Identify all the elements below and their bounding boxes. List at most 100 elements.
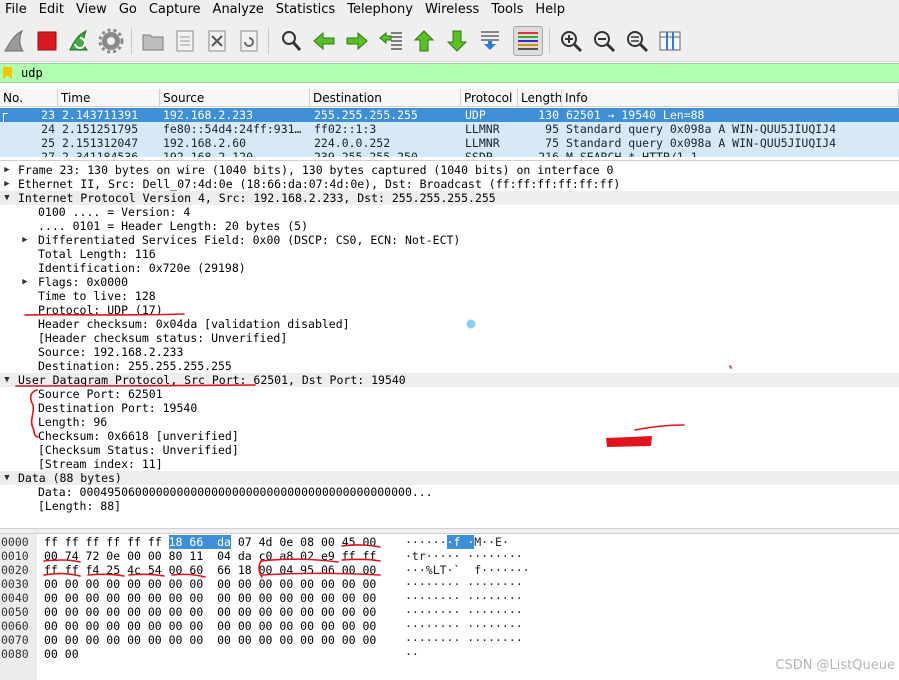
menu-tools[interactable]: Tools bbox=[486, 0, 530, 20]
display-filter-input[interactable] bbox=[21, 65, 881, 81]
detail-tree-header[interactable]: ▼ Data (88 bytes) bbox=[0, 471, 899, 485]
detail-tree-field[interactable]: 0100 .... = Version: 4 bbox=[0, 205, 899, 219]
bytes-hex[interactable]: 00 00 00 00 00 00 00 00 00 00 00 00 00 0… bbox=[44, 619, 376, 633]
column-header-no[interactable]: No. bbox=[0, 89, 58, 107]
column-header-source[interactable]: Source bbox=[160, 89, 310, 107]
detail-tree-field[interactable]: Checksum: 0x6618 [unverified] bbox=[0, 429, 899, 443]
bytes-line[interactable]: 0050 00 00 00 00 00 00 00 00 00 00 00 00 … bbox=[0, 605, 899, 619]
bytes-ascii[interactable]: ········ ········ bbox=[405, 619, 523, 633]
colorize-icon[interactable] bbox=[513, 26, 543, 56]
expand-arrow-down-icon[interactable]: ▼ bbox=[2, 471, 12, 485]
menu-file[interactable]: File bbox=[0, 0, 34, 20]
detail-tree-field[interactable]: Identification: 0x720e (29198) bbox=[0, 261, 899, 275]
menu-capture[interactable]: Capture bbox=[144, 0, 208, 20]
bytes-hex[interactable]: 00 00 bbox=[44, 647, 79, 661]
bytes-ascii[interactable]: ········ ········ bbox=[405, 633, 523, 647]
packet-row[interactable]: 27 2.341184536 192.168.2.120 239.255.255.25… bbox=[0, 150, 899, 157]
bytes-ascii[interactable]: ·· bbox=[405, 647, 419, 661]
bytes-line[interactable]: 0010 00 74 72 0e 00 00 80 11 04 da c0 a8 … bbox=[0, 549, 899, 563]
bytes-line[interactable]: 0080 00 00 ·· bbox=[0, 647, 899, 661]
detail-tree-field[interactable]: [Stream index: 11] bbox=[0, 457, 899, 471]
reload-file-icon[interactable] bbox=[234, 26, 264, 56]
column-header-protocol[interactable]: Protocol bbox=[461, 89, 518, 107]
auto-scroll-icon[interactable] bbox=[475, 26, 505, 56]
detail-tree-field[interactable]: [Length: 88] bbox=[0, 499, 899, 513]
menu-wireless[interactable]: Wireless bbox=[420, 0, 486, 20]
bytes-hex[interactable]: ff ff ff ff ff ff 18 66 da 07 4d 0e 08 0… bbox=[44, 535, 376, 549]
bytes-line[interactable]: 0000 ff ff ff ff ff ff 18 66 da 07 4d 0e … bbox=[0, 535, 899, 549]
expand-arrow-down-icon[interactable]: ▼ bbox=[2, 373, 12, 387]
detail-tree-field[interactable]: Source: 192.168.2.233 bbox=[0, 345, 899, 359]
detail-tree-field[interactable]: Header checksum: 0x04da [validation disa… bbox=[0, 317, 899, 331]
zoom-normal-icon[interactable] bbox=[622, 26, 652, 56]
packet-row[interactable]: 23 2.143711391 192.168.2.233 255.255.255.25… bbox=[0, 108, 899, 122]
detail-tree-field[interactable]: Protocol: UDP (17) bbox=[0, 303, 899, 317]
bytes-hex[interactable]: ff ff f4 25 4c 54 00 60 66 18 00 04 95 0… bbox=[44, 563, 376, 577]
detail-tree-field[interactable]: Total Length: 116 bbox=[0, 247, 899, 261]
bytes-ascii[interactable]: ·tr····· ········ bbox=[405, 549, 523, 563]
expand-arrow-right-icon[interactable]: ▶ bbox=[20, 233, 30, 247]
bytes-hex[interactable]: 00 00 00 00 00 00 00 00 00 00 00 00 00 0… bbox=[44, 591, 376, 605]
expand-arrow-right-icon[interactable]: ▶ bbox=[20, 275, 30, 289]
menu-view[interactable]: View bbox=[71, 0, 114, 20]
capture-options-icon[interactable] bbox=[96, 26, 126, 56]
menu-analyze[interactable]: Analyze bbox=[208, 0, 271, 20]
bytes-hex[interactable]: 00 00 00 00 00 00 00 00 00 00 00 00 00 0… bbox=[44, 633, 376, 647]
detail-tree-field[interactable]: Data: 0004950600000000000000000000000000… bbox=[0, 485, 899, 499]
resize-columns-icon[interactable] bbox=[655, 26, 685, 56]
filter-bookmark-icon[interactable] bbox=[3, 67, 12, 79]
bytes-ascii[interactable]: ········ ········ bbox=[405, 577, 523, 591]
detail-tree-field[interactable]: Source Port: 62501 bbox=[0, 387, 899, 401]
expand-arrow-right-icon[interactable]: ▶ bbox=[2, 177, 12, 191]
find-packet-icon[interactable] bbox=[276, 26, 306, 56]
bytes-hex[interactable]: 00 00 00 00 00 00 00 00 00 00 00 00 00 0… bbox=[44, 605, 376, 619]
menu-statistics[interactable]: Statistics bbox=[271, 0, 342, 20]
expand-arrow-right-icon[interactable]: ▶ bbox=[2, 163, 12, 177]
packet-row[interactable]: 24 2.151251795 fe80::54d4:24ff:931… ff02::1… bbox=[0, 122, 899, 136]
stop-capture-icon[interactable] bbox=[32, 26, 62, 56]
bytes-hex[interactable]: 00 74 72 0e 00 00 80 11 04 da c0 a8 02 e… bbox=[44, 549, 376, 563]
detail-tree-field[interactable]: Destination Port: 19540 bbox=[0, 401, 899, 415]
column-header-info[interactable]: Info bbox=[562, 89, 899, 107]
detail-tree-field[interactable]: Destination: 255.255.255.255 bbox=[0, 359, 899, 373]
expand-arrow-down-icon[interactable]: ▼ bbox=[2, 191, 12, 205]
bytes-line[interactable]: 0030 00 00 00 00 00 00 00 00 00 00 00 00 … bbox=[0, 577, 899, 591]
detail-tree-header[interactable]: ▼ Internet Protocol Version 4, Src: 192.1… bbox=[0, 191, 899, 205]
save-file-icon[interactable] bbox=[170, 26, 200, 56]
detail-tree-field[interactable]: [Checksum Status: Unverified] bbox=[0, 443, 899, 457]
detail-tree-field[interactable]: .... 0101 = Header Length: 20 bytes (5) bbox=[0, 219, 899, 233]
menu-go[interactable]: Go bbox=[114, 0, 144, 20]
menu-edit[interactable]: Edit bbox=[34, 0, 71, 20]
detail-tree-field[interactable]: Length: 96 bbox=[0, 415, 899, 429]
go-first-icon[interactable] bbox=[409, 26, 439, 56]
open-file-icon[interactable] bbox=[138, 26, 168, 56]
bytes-ascii[interactable]: ···%LT·` f······· bbox=[405, 563, 530, 577]
bytes-line[interactable]: 0060 00 00 00 00 00 00 00 00 00 00 00 00 … bbox=[0, 619, 899, 633]
detail-tree-field[interactable]: ▶ Flags: 0x0000 bbox=[0, 275, 899, 289]
bytes-ascii[interactable]: ·······f ·M··E· bbox=[405, 535, 509, 549]
bytes-ascii[interactable]: ········ ········ bbox=[405, 591, 523, 605]
detail-tree-field[interactable]: Time to live: 128 bbox=[0, 289, 899, 303]
bytes-ascii[interactable]: ········ ········ bbox=[405, 605, 523, 619]
zoom-out-icon[interactable] bbox=[589, 26, 619, 56]
bytes-line[interactable]: 0020 ff ff f4 25 4c 54 00 60 66 18 00 04 … bbox=[0, 563, 899, 577]
packet-row[interactable]: 25 2.151312047 192.168.2.60 224.0.0.252 LLMN… bbox=[0, 136, 899, 150]
bytes-line[interactable]: 0070 00 00 00 00 00 00 00 00 00 00 00 00 … bbox=[0, 633, 899, 647]
shark-fin-icon[interactable] bbox=[0, 26, 30, 56]
detail-tree-header[interactable]: ▶ Frame 23: 130 bytes on wire (1040 bits)… bbox=[0, 163, 899, 177]
go-forward-icon[interactable] bbox=[342, 26, 372, 56]
bytes-hex[interactable]: 00 00 00 00 00 00 00 00 00 00 00 00 00 0… bbox=[44, 577, 376, 591]
column-header-destination[interactable]: Destination bbox=[310, 89, 461, 107]
menu-help[interactable]: Help bbox=[530, 0, 572, 20]
bytes-line[interactable]: 0040 00 00 00 00 00 00 00 00 00 00 00 00 … bbox=[0, 591, 899, 605]
zoom-in-icon[interactable] bbox=[556, 26, 586, 56]
column-header-length[interactable]: Length bbox=[518, 89, 562, 107]
detail-tree-field[interactable]: [Header checksum status: Unverified] bbox=[0, 331, 899, 345]
detail-tree-field[interactable]: ▶ Differentiated Services Field: 0x00 (DS… bbox=[0, 233, 899, 247]
go-back-icon[interactable] bbox=[309, 26, 339, 56]
go-last-icon[interactable] bbox=[442, 26, 472, 56]
go-to-packet-icon[interactable] bbox=[376, 26, 406, 56]
detail-tree-header[interactable]: ▶ Ethernet II, Src: Dell_07:4d:0e (18:66:… bbox=[0, 177, 899, 191]
column-header-time[interactable]: Time bbox=[58, 89, 160, 107]
menu-telephony[interactable]: Telephony bbox=[342, 0, 420, 20]
